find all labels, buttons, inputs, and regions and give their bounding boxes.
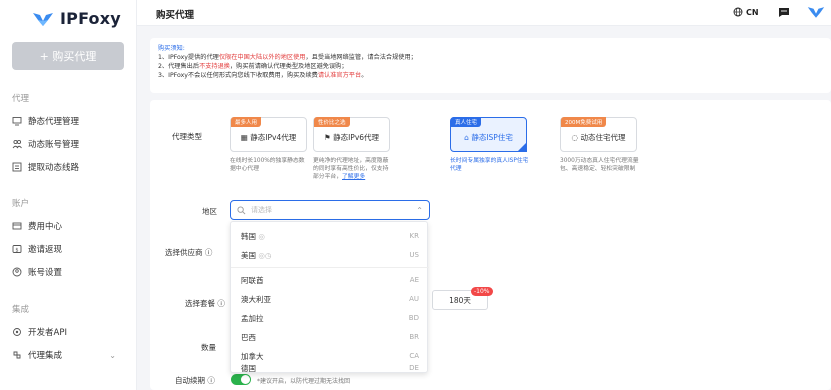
region-option-bd[interactable]: 孟加拉 BD <box>231 308 429 328</box>
sidebar-item-dynamic-account[interactable]: 动态账号管理 <box>12 138 132 150</box>
discount-badge: -10% <box>471 287 493 296</box>
auto-renew-toggle[interactable] <box>231 374 251 385</box>
region-option-au[interactable]: 澳大利亚 AU <box>231 289 429 309</box>
ipfoxy-logo-icon <box>33 12 53 26</box>
puzzle-icon <box>12 350 22 360</box>
selected-check-icon <box>517 142 527 152</box>
api-icon <box>12 327 22 337</box>
sidebar-item-proxy-integration[interactable]: 代理集成 ⌄ <box>12 349 132 361</box>
message-icon[interactable] <box>778 6 790 18</box>
auto-renew-note: *建议开启，以防代理过期无法找回 <box>257 378 351 385</box>
proxy-type-static-ipv6[interactable]: 性价比之选 ⚑ 静态IPv6代理 <box>313 117 390 152</box>
chevron-down-icon[interactable]: ⌄ <box>109 351 116 360</box>
search-icon <box>237 205 246 214</box>
sidebar-item-invite[interactable]: $ 邀请返现 <box>12 243 132 255</box>
region-option-kr[interactable]: 韩国 ◎ KR <box>231 226 429 246</box>
dropdown-divider <box>231 267 429 268</box>
proxy-type-static-ipv4[interactable]: 最多人用 ▦ 静态IPv4代理 <box>230 117 307 152</box>
nav-section-account: 账户 <box>12 199 30 209</box>
proxy-type-name: ⌂ 静态ISP住宅 <box>464 133 513 142</box>
proxy-type-name: ▦ 静态IPv4代理 <box>240 133 297 142</box>
proxy-type-badge: 200M免费试用 <box>561 117 607 127</box>
proxy-type-badge: 性价比之选 <box>314 117 350 127</box>
sidebar-item-label: 动态账号管理 <box>28 140 80 150</box>
notice-title: 购买须知: <box>158 45 185 52</box>
nav-section-proxy: 代理 <box>12 94 30 104</box>
globe-icon <box>733 7 743 17</box>
sidebar-item-static-proxy[interactable]: 静态代理管理 <box>12 115 132 127</box>
sidebar-item-label: 开发者API <box>28 328 67 338</box>
card-icon <box>12 221 22 231</box>
language-switch[interactable]: CN <box>733 7 759 17</box>
learn-more-link[interactable]: 了解更多 <box>342 174 365 180</box>
sidebar-item-label: 静态代理管理 <box>28 117 80 127</box>
gift-icon: $ <box>12 244 22 254</box>
page-title: 购买代理 <box>156 10 195 21</box>
sidebar-item-label: 代理集成 <box>28 351 63 361</box>
sidebar-item-label: 邀请返现 <box>28 245 63 255</box>
nav-section-integration: 集成 <box>12 305 30 315</box>
purchase-notice: 购买须知: 1、IPFoxy提供的代理仅限在中国大陆以外的地区使用，且受当地网络… <box>150 38 831 93</box>
users-icon <box>12 139 22 149</box>
chevron-up-icon: ⌃ <box>416 205 423 215</box>
proxy-type-name: ◌ 动态住宅代理 <box>571 133 626 142</box>
list-icon <box>12 162 22 172</box>
proxy-type-name: ⚑ 静态IPv6代理 <box>323 133 380 142</box>
language-label: CN <box>746 7 759 17</box>
notice-line-1: 1、IPFoxy提供的代理仅限在中国大陆以外的地区使用，且受当地网络监管，请合法… <box>158 54 417 61</box>
supplier-label: 选择供应商 ⓘ <box>165 248 213 257</box>
sidebar-item-label: 提取动态线路 <box>28 163 80 173</box>
proxy-type-label: 代理类型 <box>172 132 202 141</box>
proxy-type-badge: 真人住宅 <box>451 117 482 127</box>
region-option-ae[interactable]: 阿联酋 AE <box>231 270 429 290</box>
sidebar-item-account-settings[interactable]: 账号设置 <box>12 266 132 278</box>
sidebar-item-label: 费用中心 <box>28 222 63 232</box>
region-placeholder: 请选择 <box>251 206 272 214</box>
quantity-label: 数量 <box>201 343 216 352</box>
region-dropdown: 韩国 ◎ KR 美国 ◎◷ US 阿联酋 AE 澳大利亚 AU 孟加拉 BD 巴西 BR 加… <box>230 221 429 374</box>
sidebar-item-label: 账号设置 <box>28 268 63 278</box>
proxy-type-desc: 在线时长100%的独享静态数据中心代理 <box>230 158 305 172</box>
auto-renew-label: 自动续期 ⓘ <box>175 376 215 385</box>
monitor-icon <box>12 116 22 126</box>
proxy-type-static-isp[interactable]: 真人住宅 ⌂ 静态ISP住宅 <box>450 117 527 152</box>
notice-line-2: 2、代理售出后不支持退换，购买前请确认代理类型及地区避免误购； <box>158 63 348 70</box>
region-option-br[interactable]: 巴西 BR <box>231 327 429 347</box>
sidebar: IPFoxy + 购买代理 代理 静态代理管理 动态账号管理 提取动态线路 账户… <box>0 0 137 390</box>
proxy-type-desc: 长时间专属独享的真人ISP住宅代理 <box>450 158 529 172</box>
region-select[interactable]: 请选择 ⌃ <box>230 200 430 220</box>
ipfoxy-mini-logo-icon[interactable] <box>807 5 825 19</box>
notice-line-3: 3、IPFoxy不会以任何形式向您线下收取费用，购买及续费请认准官方平台。 <box>158 72 368 79</box>
proxy-type-desc: 3000万动态真人住宅代理流量包、高速稳定、轻松突破限制 <box>560 158 639 172</box>
proxy-type-desc: 更纯净的代理地址，高度隐蔽的同时享有高性价比，仅支持部分平台，了解更多 <box>313 158 389 180</box>
brand-name: IPFoxy <box>60 9 121 28</box>
user-icon <box>12 267 22 277</box>
top-bar: 购买代理 CN <box>137 0 831 26</box>
region-option-de[interactable]: 德国 DE <box>231 362 429 374</box>
plan-label: 选择套餐 ⓘ <box>185 299 225 308</box>
sidebar-item-billing[interactable]: 费用中心 <box>12 220 132 232</box>
region-option-us[interactable]: 美国 ◎◷ US <box>231 245 429 265</box>
proxy-type-badge: 最多人用 <box>231 117 262 127</box>
sidebar-item-extract-lines[interactable]: 提取动态线路 <box>12 161 132 173</box>
sidebar-item-developer-api[interactable]: 开发者API <box>12 326 132 338</box>
buy-proxy-button[interactable]: + 购买代理 <box>12 42 124 70</box>
brand-logo[interactable]: IPFoxy <box>32 9 121 28</box>
proxy-type-dynamic-residential[interactable]: 200M免费试用 ◌ 动态住宅代理 <box>560 117 637 152</box>
svg-text:$: $ <box>15 248 18 254</box>
region-label: 地区 <box>202 207 217 216</box>
